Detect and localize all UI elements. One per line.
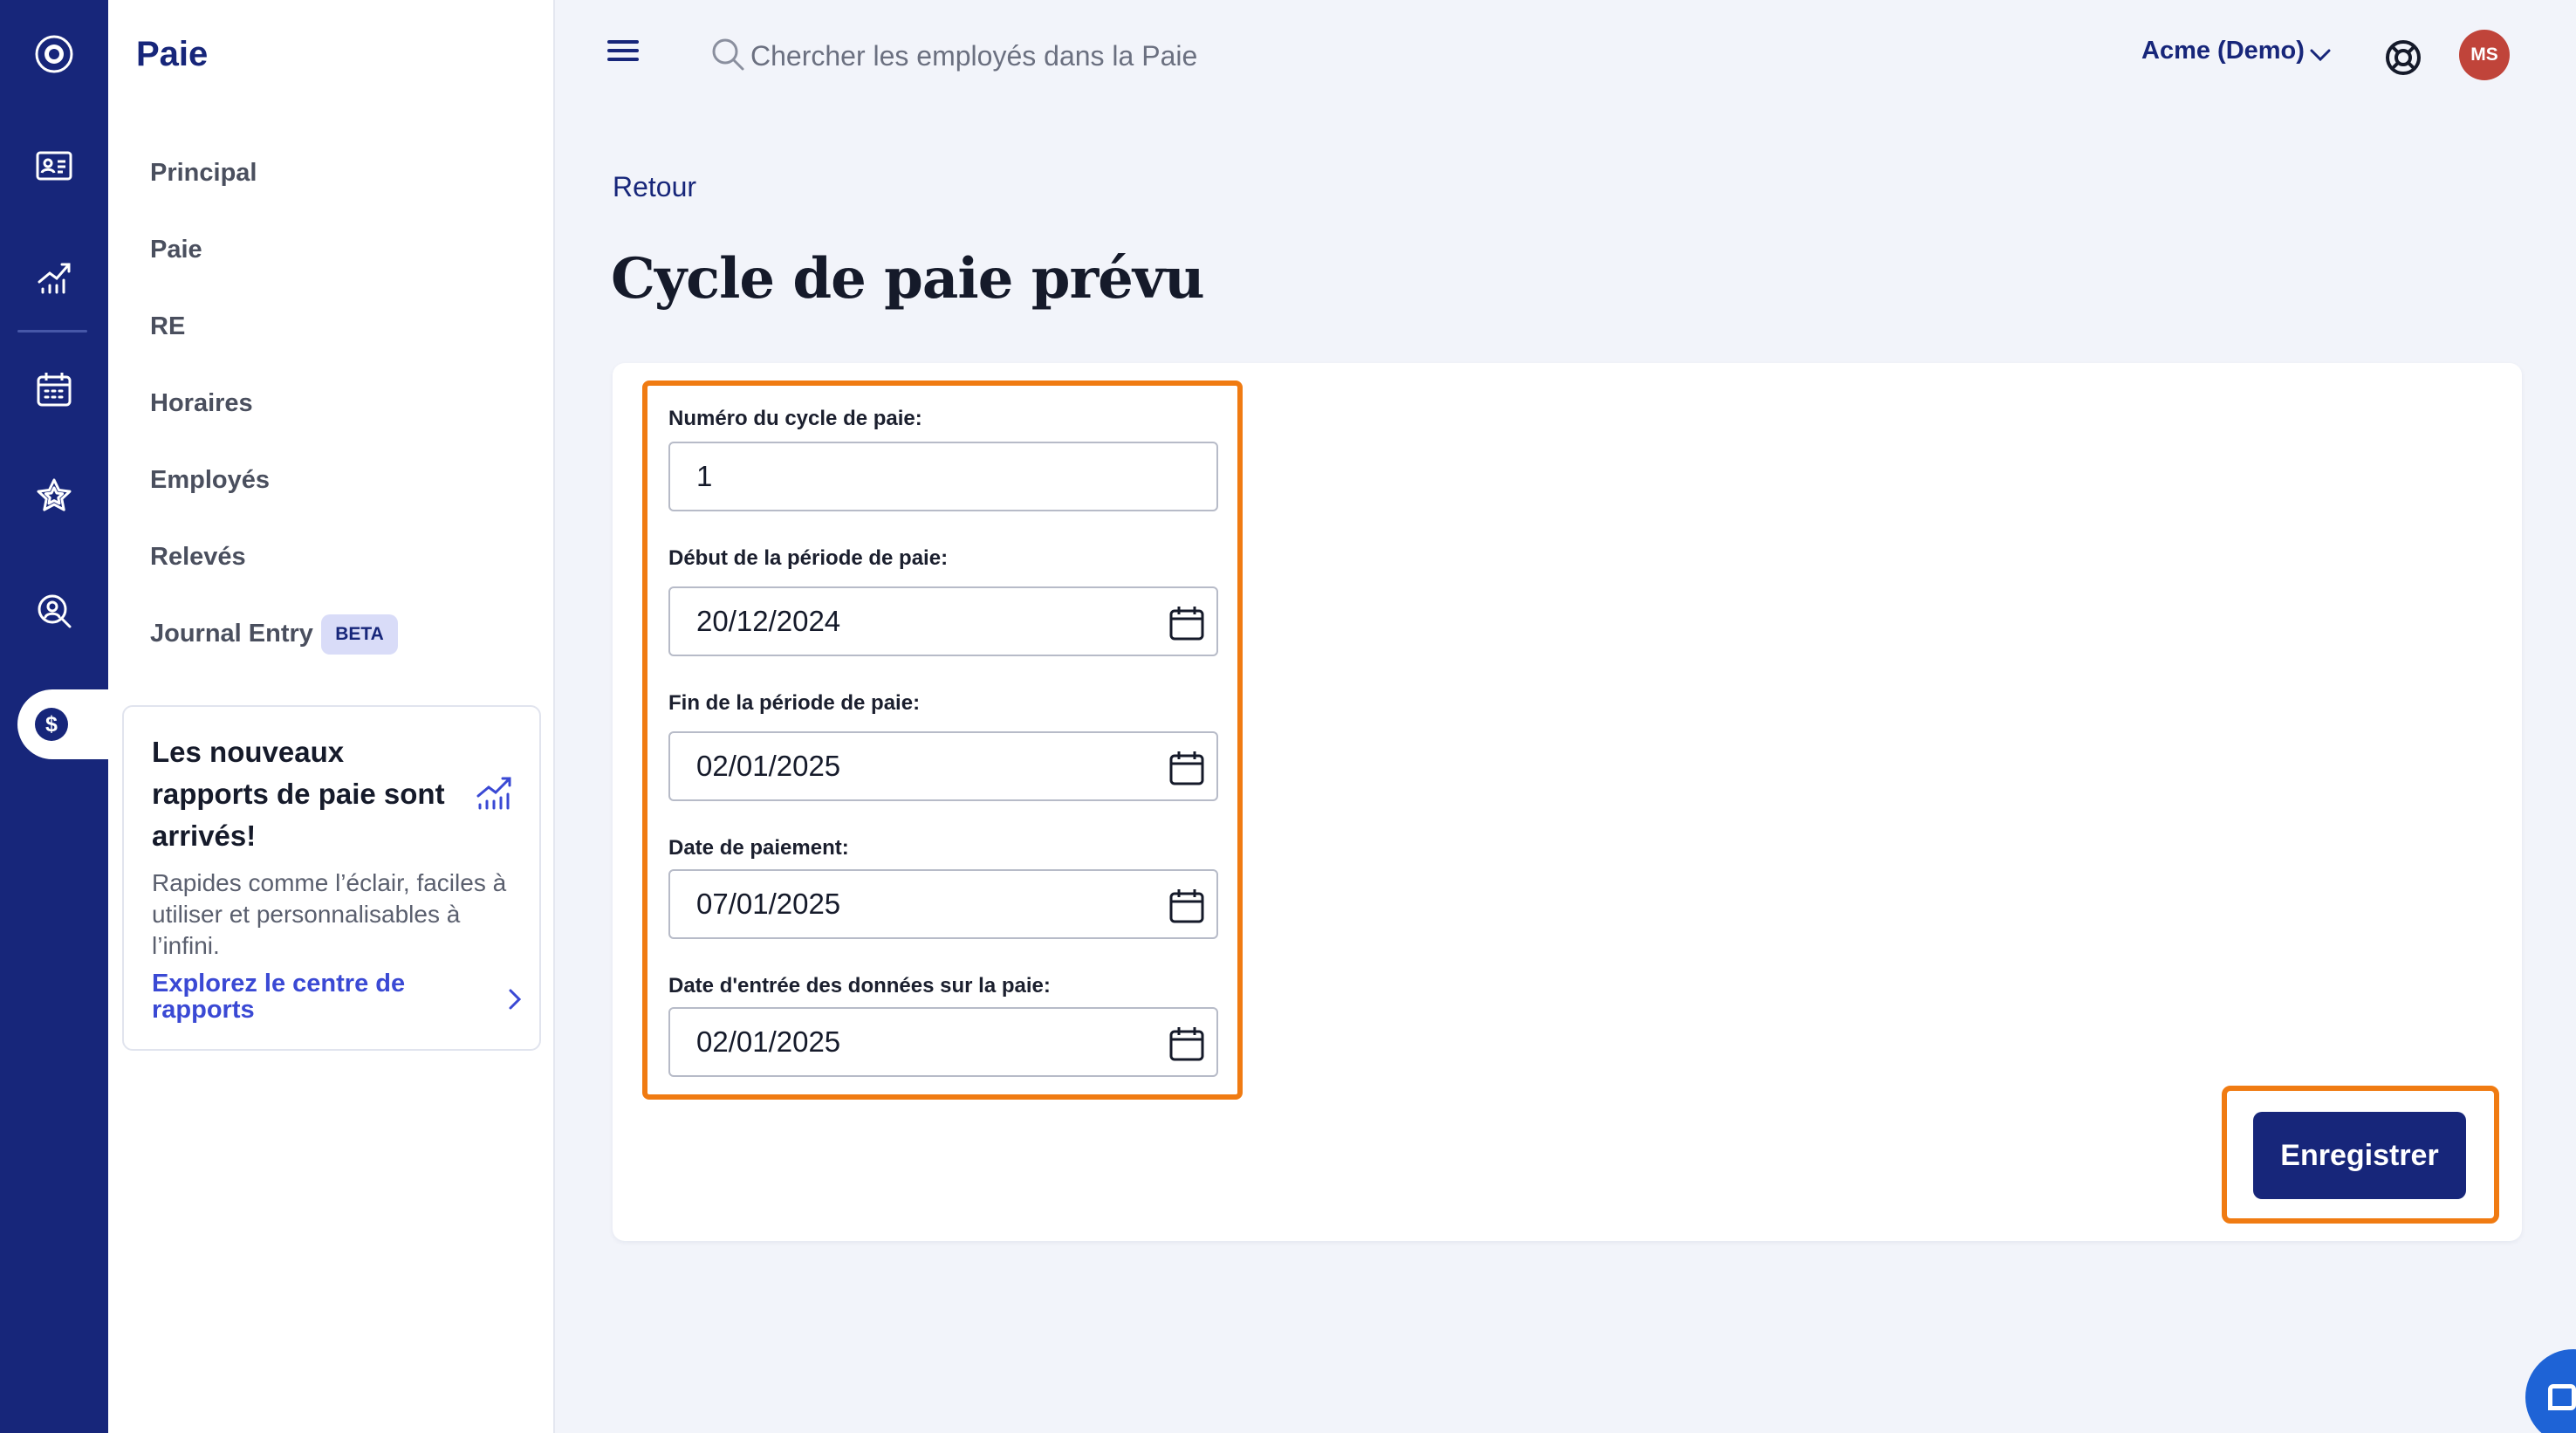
data-entry-date-input[interactable] — [696, 1009, 1115, 1075]
data-entry-date-field — [668, 1007, 1218, 1077]
rail-divider — [17, 330, 87, 333]
cycle-number-field — [668, 442, 1218, 511]
trend-chart-icon — [476, 777, 511, 810]
page-title: Cycle de paie prévu — [611, 246, 1205, 312]
search-icon — [712, 38, 744, 71]
search-input[interactable] — [750, 31, 1309, 80]
trend-chart-icon[interactable] — [0, 243, 108, 312]
period-start-field — [668, 586, 1218, 656]
menu-icon[interactable] — [607, 38, 639, 63]
sidebar-item-releves[interactable]: Relevés — [150, 543, 246, 572]
sidebar-item-principal[interactable]: Principal — [150, 159, 257, 188]
payroll-rail-tab[interactable]: $ — [17, 689, 110, 759]
company-switcher[interactable]: Acme (Demo) — [2141, 37, 2305, 65]
calendar-icon[interactable] — [1168, 1025, 1206, 1063]
reports-promo-card: Les nouveaux rapports de paie sont arriv… — [122, 705, 541, 1051]
back-link[interactable]: Retour — [613, 171, 696, 203]
secondary-sidebar: Paie Principal Paie RE Horaires Employés… — [108, 0, 555, 1433]
period-end-input[interactable] — [696, 733, 1115, 799]
period-end-field — [668, 731, 1218, 801]
chat-launcher-button[interactable] — [2525, 1349, 2576, 1433]
period-start-label: Début de la période de paie: — [668, 546, 949, 570]
chevron-right-icon[interactable] — [504, 986, 525, 1012]
calendar-icon[interactable] — [0, 354, 108, 424]
app-logo-icon[interactable] — [0, 19, 108, 89]
user-avatar[interactable]: MS — [2459, 30, 2510, 80]
sidebar-title: Paie — [136, 35, 209, 73]
promo-title: Les nouveaux rapports de paie sont arriv… — [152, 736, 445, 852]
payment-date-input[interactable] — [696, 871, 1115, 937]
star-icon[interactable] — [0, 461, 108, 531]
calendar-icon[interactable] — [1168, 887, 1206, 925]
sidebar-item-employes[interactable]: Employés — [150, 466, 270, 495]
calendar-icon[interactable] — [1168, 604, 1206, 642]
cycle-number-label: Numéro du cycle de paie: — [668, 407, 922, 430]
person-search-icon[interactable] — [0, 576, 108, 646]
period-end-label: Fin de la période de paie: — [668, 691, 921, 715]
id-card-icon[interactable] — [0, 131, 108, 201]
period-start-input[interactable] — [696, 588, 1115, 655]
reports-center-link[interactable]: Explorez le centre de rapports — [152, 970, 431, 1023]
sidebar-item-journal-entry[interactable]: Journal Entry — [150, 620, 313, 648]
dollar-icon: $ — [35, 708, 68, 741]
cycle-number-input[interactable] — [696, 443, 1115, 510]
chat-icon — [2548, 1384, 2576, 1410]
icon-rail: $ — [0, 0, 110, 1433]
chevron-down-icon[interactable] — [2309, 45, 2332, 65]
calendar-icon[interactable] — [1168, 749, 1206, 787]
beta-badge: BETA — [321, 614, 398, 655]
payment-date-label: Date de paiement: — [668, 836, 849, 860]
sidebar-item-paie[interactable]: Paie — [150, 236, 202, 264]
sidebar-item-horaires[interactable]: Horaires — [150, 389, 253, 418]
sidebar-item-re[interactable]: RE — [150, 312, 185, 341]
promo-description: Rapides comme l’éclair, faciles à utilis… — [152, 869, 507, 959]
payment-date-field — [668, 869, 1218, 939]
help-lifebuoy-icon[interactable] — [2384, 38, 2422, 77]
save-button[interactable]: Enregistrer — [2253, 1112, 2466, 1199]
data-entry-date-label: Date d'entrée des données sur la paie: — [668, 974, 1051, 998]
